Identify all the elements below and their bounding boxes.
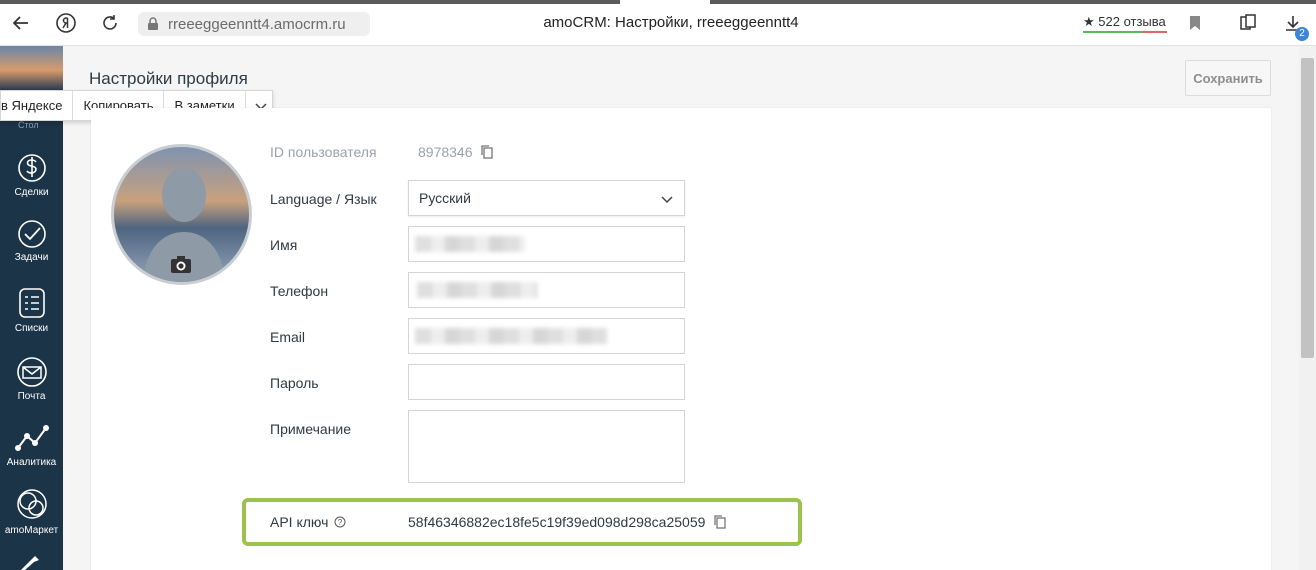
password-field[interactable]	[408, 364, 685, 400]
downloads-badge: 2	[1295, 27, 1309, 41]
api-key-text: 58f46346882ec18fe5c19f39ed098d298ca25059	[408, 514, 706, 530]
rating-underline	[1083, 31, 1167, 33]
language-label: Language / Язык	[270, 191, 377, 207]
phone-field[interactable]	[408, 272, 685, 308]
analytics-icon	[14, 425, 49, 451]
bookmark-icon[interactable]	[1185, 13, 1205, 33]
name-field[interactable]	[408, 226, 685, 262]
collections-icon[interactable]	[1238, 13, 1258, 33]
user-id-label: ID пользователя	[270, 144, 377, 160]
copy-icon[interactable]	[479, 144, 495, 160]
list-icon	[18, 288, 45, 318]
page-scrollbar[interactable]	[1299, 46, 1316, 570]
scrollbar-thumb[interactable]	[1301, 58, 1314, 358]
sidebar-user-photo[interactable]	[0, 46, 63, 90]
sidebar-item-tasks[interactable]: Задачи	[0, 219, 63, 263]
mail-icon	[16, 357, 47, 387]
sidebar-item-label: Почта	[17, 391, 46, 402]
sidebar-item-analytics[interactable]: Аналитика	[0, 420, 63, 468]
user-id-text: 8978346	[418, 144, 473, 160]
page-heading: Настройки профиля	[89, 69, 248, 88]
note-label: Примечание	[270, 421, 352, 437]
sidebar-item-lists[interactable]: Списки	[0, 286, 63, 334]
settings-icon[interactable]	[18, 554, 44, 570]
sidebar-item-desk-label: Стол	[18, 120, 39, 130]
email-label: Email	[270, 329, 306, 345]
search-yandex-button[interactable]: в Яндексе	[1, 91, 74, 120]
rating-text: ★ 522 отзыва	[1083, 14, 1166, 29]
name-label: Имя	[270, 237, 298, 253]
dollar-icon	[17, 154, 46, 182]
sidebar-item-label: amoМаркет	[4, 525, 59, 536]
sidebar-item-label: Списки	[14, 323, 49, 334]
redacted-email	[415, 328, 607, 344]
redacted-name	[415, 236, 525, 252]
redacted-phone	[417, 282, 537, 298]
market-icon	[16, 489, 47, 519]
check-circle-icon	[17, 220, 46, 248]
left-sidebar: Стол Сделки Задачи Списки Почта Аналитик…	[0, 46, 63, 570]
password-label: Пароль	[270, 375, 319, 391]
copy-icon[interactable]	[712, 514, 728, 530]
api-key-label-text: API ключ	[270, 514, 329, 530]
camera-icon[interactable]	[166, 250, 196, 280]
language-select[interactable]: Русский	[408, 180, 685, 216]
sidebar-item-label: Сделки	[14, 187, 49, 198]
browser-toolbar: rreeeggeenntt4.amocrm.ru amoCRM: Настрой…	[0, 0, 1316, 46]
note-textarea[interactable]	[408, 410, 685, 483]
chevron-down-icon	[661, 196, 673, 204]
sidebar-item-deals[interactable]: Сделки	[0, 150, 63, 198]
api-key-value: 58f46346882ec18fe5c19f39ed098d298ca25059	[408, 514, 728, 530]
phone-label: Телефон	[270, 283, 329, 299]
help-icon[interactable]: ?	[334, 516, 346, 528]
svg-text:?: ?	[338, 518, 343, 527]
active-tab-indicator	[620, 0, 710, 4]
sidebar-item-label: Задачи	[14, 252, 49, 263]
email-field[interactable]	[408, 318, 685, 354]
sidebar-item-mail[interactable]: Почта	[0, 356, 63, 402]
language-value: Русский	[419, 190, 471, 206]
sidebar-item-label: Аналитика	[6, 457, 57, 468]
user-id-value: 8978346	[418, 144, 495, 160]
rating-link[interactable]: ★ 522 отзыва	[1083, 14, 1167, 33]
sidebar-item-market[interactable]: amoМаркет	[0, 486, 63, 536]
save-button[interactable]: Сохранить	[1185, 60, 1271, 96]
api-key-label: API ключ ?	[270, 514, 346, 530]
